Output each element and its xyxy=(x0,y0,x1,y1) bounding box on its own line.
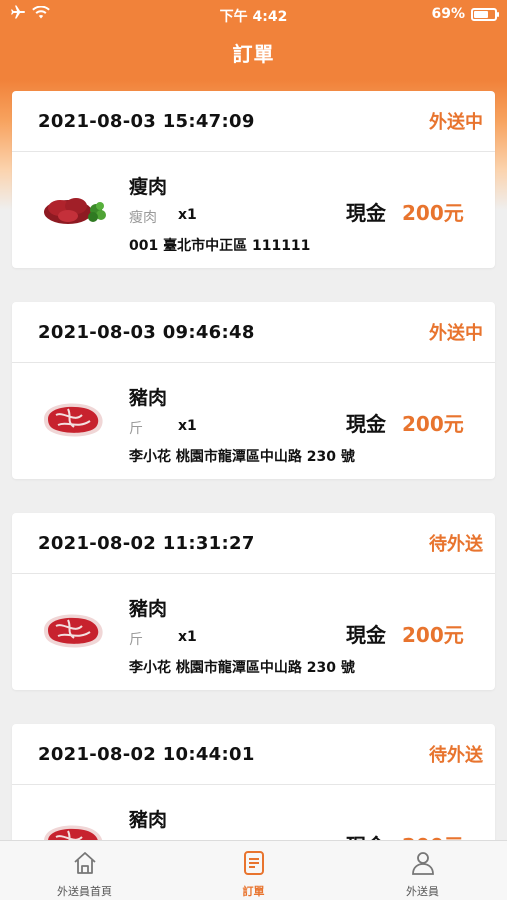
battery-icon xyxy=(471,7,499,21)
order-time: 2021-08-02 11:31:27 xyxy=(38,532,255,554)
order-card-1[interactable]: 2021-08-03 15:47:09 外送中 瘦肉 瘦肉 x1 001 臺北市… xyxy=(12,91,495,268)
battery-percent: 69% xyxy=(431,6,465,22)
order-icon xyxy=(240,849,268,883)
order-card-body: 豬肉 斤 x1 李小花 桃園市龍潭區中山路 230 號 現金 200元 xyxy=(12,574,495,690)
delivery-address: 001 臺北市中正區 111111 xyxy=(129,238,311,254)
payment-method: 現金 xyxy=(346,412,386,436)
nav-item-1[interactable]: 外送員首頁 xyxy=(0,841,169,900)
order-status: 外送中 xyxy=(429,112,483,133)
delivery-address: 李小花 桃園市龍潭區中山路 230 號 xyxy=(129,660,355,676)
order-card-header: 2021-08-02 10:44:01 待外送 xyxy=(12,724,495,785)
order-price: 200元 xyxy=(402,201,464,225)
payment-method: 現金 xyxy=(346,623,386,647)
nav-item-2[interactable]: 訂單 xyxy=(169,841,338,900)
product-unit: 斤 xyxy=(129,632,143,648)
order-time: 2021-08-03 15:47:09 xyxy=(38,110,255,132)
order-price: 200元 xyxy=(402,412,464,436)
user-icon xyxy=(409,849,437,883)
nav-item-label: 外送員首頁 xyxy=(57,885,112,898)
order-status: 外送中 xyxy=(429,323,483,344)
product-name: 豬肉 xyxy=(129,809,168,831)
product-qty: x1 xyxy=(178,629,197,645)
order-card-header: 2021-08-03 15:47:09 外送中 xyxy=(12,91,495,152)
delivery-address: 李小花 桃園市龍潭區中山路 230 號 xyxy=(129,449,355,465)
product-qty: x1 xyxy=(178,418,197,434)
page-title: 訂單 xyxy=(232,42,275,66)
bottom-nav: 外送員首頁 訂單 外送員 xyxy=(0,840,507,900)
order-time: 2021-08-02 10:44:01 xyxy=(38,743,255,765)
product-name: 豬肉 xyxy=(129,598,168,620)
order-status: 待外送 xyxy=(429,534,483,555)
home-icon xyxy=(71,849,99,883)
order-status: 待外送 xyxy=(429,745,483,766)
nav-item-label: 訂單 xyxy=(242,885,265,898)
lean-meat-image xyxy=(38,182,110,232)
order-time: 2021-08-03 09:46:48 xyxy=(38,321,255,343)
pork-image xyxy=(38,393,110,443)
order-card-body: 豬肉 斤 x1 李小花 桃園市龍潭區中山路 230 號 現金 200元 xyxy=(12,363,495,479)
pork-image xyxy=(38,604,110,654)
order-card-body: 瘦肉 瘦肉 x1 001 臺北市中正區 111111 現金 200元 xyxy=(12,152,495,268)
status-bar: 下午 4:42 69% xyxy=(0,0,507,28)
order-card-header: 2021-08-02 11:31:27 待外送 xyxy=(12,513,495,574)
order-card-3[interactable]: 2021-08-02 11:31:27 待外送 豬肉 斤 x1 李小花 桃園市龍… xyxy=(12,513,495,690)
nav-item-label: 外送員 xyxy=(406,885,439,898)
product-qty: x1 xyxy=(178,207,197,223)
product-unit: 瘦肉 xyxy=(129,210,157,226)
order-card-header: 2021-08-03 09:46:48 外送中 xyxy=(12,302,495,363)
product-name: 豬肉 xyxy=(129,387,168,409)
order-price: 200元 xyxy=(402,623,464,647)
nav-item-3[interactable]: 外送員 xyxy=(338,841,507,900)
order-list: 2021-08-03 15:47:09 外送中 瘦肉 瘦肉 x1 001 臺北市… xyxy=(12,91,495,900)
order-card-2[interactable]: 2021-08-03 09:46:48 外送中 豬肉 斤 x1 李小花 桃園市龍… xyxy=(12,302,495,479)
product-unit: 斤 xyxy=(129,421,143,437)
payment-method: 現金 xyxy=(346,201,386,225)
product-name: 瘦肉 xyxy=(129,176,168,198)
